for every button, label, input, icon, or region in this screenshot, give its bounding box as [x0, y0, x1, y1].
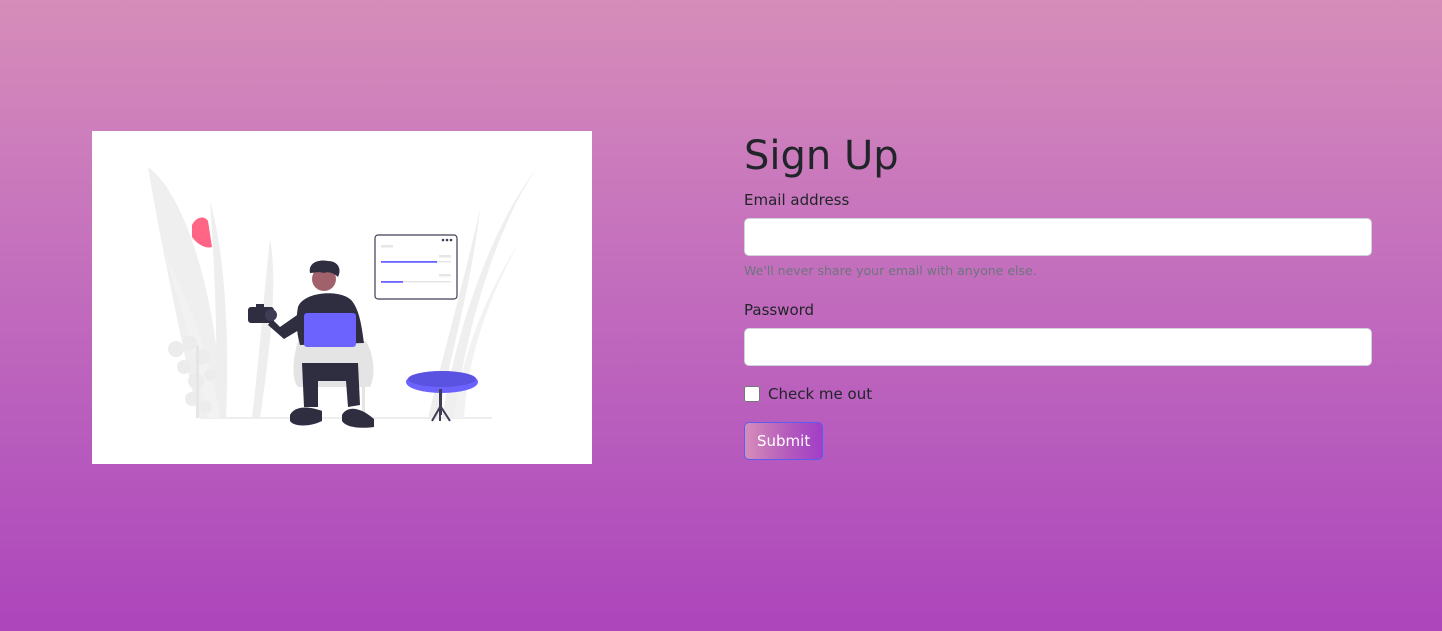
email-help-text: We'll never share your email with anyone… — [744, 263, 1037, 278]
page-title: Sign Up — [744, 133, 899, 179]
email-group: Email address We'll never share your ema… — [744, 190, 1372, 279]
submit-button[interactable]: Submit — [744, 422, 824, 460]
illustration-svg — [148, 167, 538, 428]
browser-window — [374, 234, 458, 300]
laptop — [304, 313, 356, 347]
password-field[interactable] — [744, 328, 1372, 366]
left-leaf-small — [252, 239, 274, 418]
signup-form: Sign Up Email address We'll never share … — [744, 132, 1372, 460]
red-flower — [192, 217, 212, 248]
signup-illustration — [92, 131, 592, 464]
password-label: Password — [744, 301, 815, 319]
right-shoe — [342, 408, 374, 428]
email-field[interactable] — [744, 218, 1372, 256]
check-me-out-checkbox[interactable] — [744, 386, 760, 402]
email-label: Email address — [744, 191, 850, 209]
check-row: Check me out — [744, 384, 1372, 404]
left-shoe — [290, 407, 322, 426]
check-me-out-label[interactable]: Check me out — [768, 384, 872, 404]
password-group: Password — [744, 300, 1372, 366]
